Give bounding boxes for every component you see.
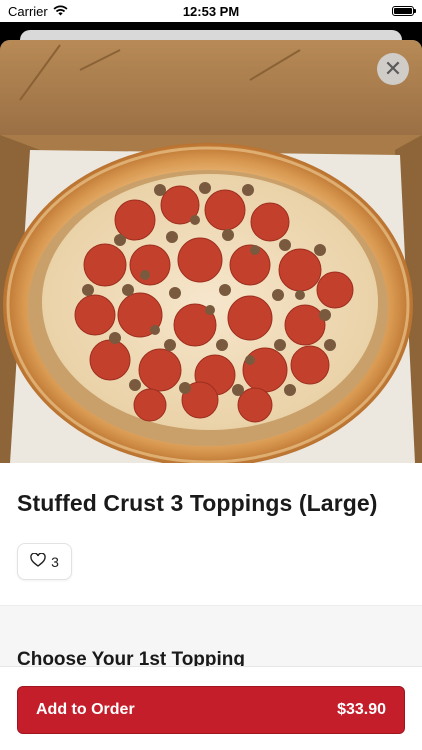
close-button[interactable]: ✕ [377,53,409,85]
battery-icon [392,6,416,16]
status-left: Carrier [8,4,68,19]
close-icon: ✕ [383,56,403,81]
item-title: Stuffed Crust 3 Toppings (Large) [17,490,378,516]
add-to-order-label: Add to Order [36,701,135,718]
wifi-icon [53,4,68,19]
favorite-button[interactable]: 3 [17,543,72,580]
heart-icon [30,552,46,570]
item-image [0,40,422,463]
item-detail-sheet: ✕ Stuffed Crust 3 Toppings (Large) 3 Cho… [0,40,422,750]
carrier-label: Carrier [8,3,48,19]
favorite-count: 3 [51,553,59,570]
status-bar: Carrier 12:53 PM [0,0,422,22]
add-to-order-button[interactable]: Add to Order $33.90 [17,686,405,734]
order-price: $33.90 [337,701,386,718]
order-footer: Add to Order $33.90 [0,666,422,750]
